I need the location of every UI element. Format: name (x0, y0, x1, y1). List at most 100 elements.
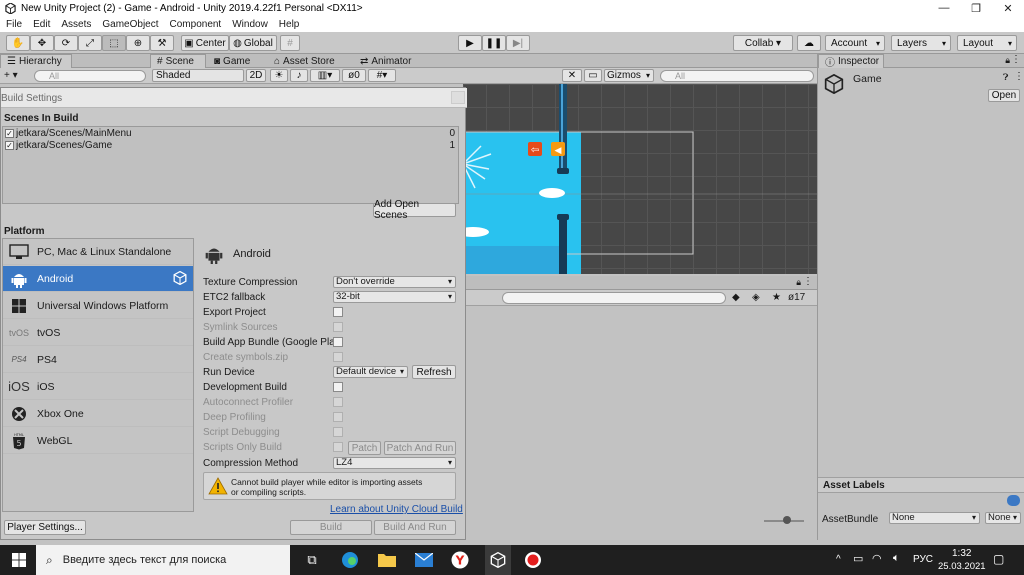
maximize-button[interactable]: ❐ (960, 2, 992, 15)
help-icon[interactable]: ❓︎ (1003, 72, 1008, 83)
build-settings-close-button[interactable] (451, 91, 465, 104)
tab-asset-store[interactable]: ⌂ Asset Store (268, 54, 341, 68)
asset-bundle-variant-dropdown[interactable]: None (985, 512, 1021, 524)
tools-icon[interactable]: ✕ (562, 69, 582, 82)
effects-icon[interactable]: ▥▾ (310, 69, 340, 82)
rotate-tool-icon[interactable]: ⟳ (54, 35, 78, 51)
scene-row[interactable]: ✓ jetkara/Scenes/Game 1 (5, 139, 457, 151)
scale-tool-icon[interactable]: ⤢ (78, 35, 102, 51)
scene-row[interactable]: ✓ jetkara/Scenes/MainMenu 0 (5, 127, 457, 139)
platform-item-ps4[interactable]: PS4 PS4 (3, 347, 193, 373)
gizmos-dropdown[interactable]: Gizmos ▾ (604, 69, 654, 82)
platform-item-webgl[interactable]: HTML 5 WebGL (3, 428, 193, 454)
menu-assets[interactable]: Assets (61, 19, 91, 30)
checkmark-icon[interactable]: ✓ (5, 140, 14, 150)
show-hidden-icons-icon[interactable]: ^ (836, 554, 841, 565)
platform-item-uwp[interactable]: Universal Windows Platform (3, 293, 193, 319)
script-debugging-checkbox[interactable] (333, 427, 343, 437)
console-search-input[interactable] (502, 292, 726, 304)
menu-gameobject[interactable]: GameObject (102, 19, 158, 30)
yandex-browser-icon[interactable]: Y (449, 549, 471, 571)
grid-toggle-icon[interactable]: #▾ (368, 69, 396, 82)
mode-2d-toggle[interactable]: 2D (246, 69, 266, 82)
tab-scene[interactable]: # Scene (150, 54, 206, 68)
refresh-button[interactable]: Refresh (412, 365, 456, 379)
minimize-button[interactable]: — (928, 2, 960, 14)
compression-method-dropdown[interactable]: LZ4 (333, 457, 456, 469)
tag-icon[interactable]: ◈ (752, 292, 760, 303)
run-device-dropdown[interactable]: Default device (333, 366, 408, 378)
zoom-slider-handle[interactable] (783, 516, 791, 524)
move-tool-icon[interactable]: ✥ (30, 35, 54, 51)
wifi-icon[interactable]: ◠ (872, 552, 882, 565)
tab-game[interactable]: ◙ Game (208, 54, 256, 68)
symlink-sources-checkbox[interactable] (333, 322, 343, 332)
open-button[interactable]: Open (988, 89, 1020, 102)
record-app-icon[interactable] (522, 549, 544, 571)
texture-compression-dropdown[interactable]: Don't override (333, 276, 456, 288)
development-build-checkbox[interactable] (333, 382, 343, 392)
tab-animator[interactable]: ⇄ Animator (354, 54, 417, 68)
filter-type-icon[interactable]: ◆ (732, 292, 740, 303)
lock-icon[interactable]: 🔒︎ (1005, 55, 1010, 66)
audio-icon[interactable]: ♪ (290, 69, 308, 82)
menu-component[interactable]: Component (170, 19, 222, 30)
scene-viewport[interactable]: ⇦ ◀ (463, 84, 817, 274)
export-project-checkbox[interactable] (333, 307, 343, 317)
platform-item-android[interactable]: Android (3, 266, 193, 292)
lock-icon[interactable]: 🔒︎ (796, 277, 801, 288)
cloud-build-link[interactable]: Learn about Unity Cloud Build (330, 504, 463, 515)
build-and-run-button[interactable]: Build And Run (374, 520, 456, 535)
patch-button[interactable]: Patch (348, 441, 381, 455)
hierarchy-search-input[interactable]: All (34, 70, 146, 82)
add-open-scenes-button[interactable]: Add Open Scenes (373, 199, 456, 221)
settings-icon[interactable]: ⋮ (1014, 71, 1024, 82)
notification-icon[interactable]: ▢ (993, 552, 1004, 566)
cloud-icon[interactable]: ☁ (797, 35, 821, 51)
space-global-button[interactable]: ◍ Global (229, 35, 277, 51)
start-windows-icon[interactable] (8, 549, 30, 571)
create-symbols-checkbox[interactable] (333, 352, 343, 362)
hidden-objects-toggle[interactable]: ø0 (342, 69, 366, 82)
platform-item-xbox[interactable]: Xbox One (3, 401, 193, 427)
pause-button[interactable]: ❚❚ (482, 35, 506, 51)
clock-date[interactable]: 25.03.2021 (938, 561, 986, 572)
menu-window[interactable]: Window (232, 19, 268, 30)
scene-search-input[interactable]: All (660, 70, 814, 82)
tab-inspector[interactable]: ⓘ Inspector (818, 54, 884, 69)
label-tag-icon[interactable] (1007, 495, 1020, 506)
scripts-only-build-checkbox[interactable] (333, 442, 343, 452)
hand-tool-icon[interactable]: ✋ (6, 35, 30, 51)
edge-browser-icon[interactable] (339, 549, 361, 571)
platform-item-tvos[interactable]: tvOS tvOS (3, 320, 193, 346)
account-dropdown[interactable]: Account ▾ (825, 35, 885, 51)
more-options-icon[interactable]: ⋮ (803, 276, 813, 287)
camera-icon[interactable]: ▭ (584, 69, 602, 82)
build-app-bundle-checkbox[interactable] (333, 337, 343, 347)
mail-icon[interactable] (413, 549, 435, 571)
layout-dropdown[interactable]: Layout ▾ (957, 35, 1017, 51)
deep-profiling-checkbox[interactable] (333, 412, 343, 422)
rect-tool-icon[interactable]: ⬚ (102, 35, 126, 51)
build-button[interactable]: Build (290, 520, 372, 535)
language-indicator[interactable]: РУС (913, 554, 933, 565)
close-button[interactable]: ✕ (992, 2, 1024, 15)
pivot-center-button[interactable]: ▣ Center (181, 35, 229, 51)
more-options-icon[interactable]: ⋮ (1011, 54, 1021, 65)
create-button[interactable]: + ▾ (4, 70, 18, 81)
clock-time[interactable]: 1:32 (952, 548, 971, 559)
custom-tool-icon[interactable]: ⚒ (150, 35, 174, 51)
platform-item-standalone[interactable]: PC, Mac & Linux Standalone (3, 239, 193, 265)
player-settings-button[interactable]: Player Settings... (4, 520, 86, 535)
task-view-icon[interactable]: ⧉ (301, 549, 323, 571)
collab-button[interactable]: Collab ▾ (733, 35, 793, 51)
step-button[interactable]: ▶| (506, 35, 530, 51)
unity-taskbar-icon[interactable] (485, 545, 511, 575)
lighting-icon[interactable]: ☀ (270, 69, 288, 82)
autoconnect-profiler-checkbox[interactable] (333, 397, 343, 407)
checkmark-icon[interactable]: ✓ (5, 128, 14, 138)
shading-mode-dropdown[interactable]: Shaded (152, 69, 244, 82)
menu-file[interactable]: File (6, 19, 22, 30)
platform-item-ios[interactable]: iOS iOS (3, 374, 193, 400)
menu-help[interactable]: Help (279, 19, 300, 30)
